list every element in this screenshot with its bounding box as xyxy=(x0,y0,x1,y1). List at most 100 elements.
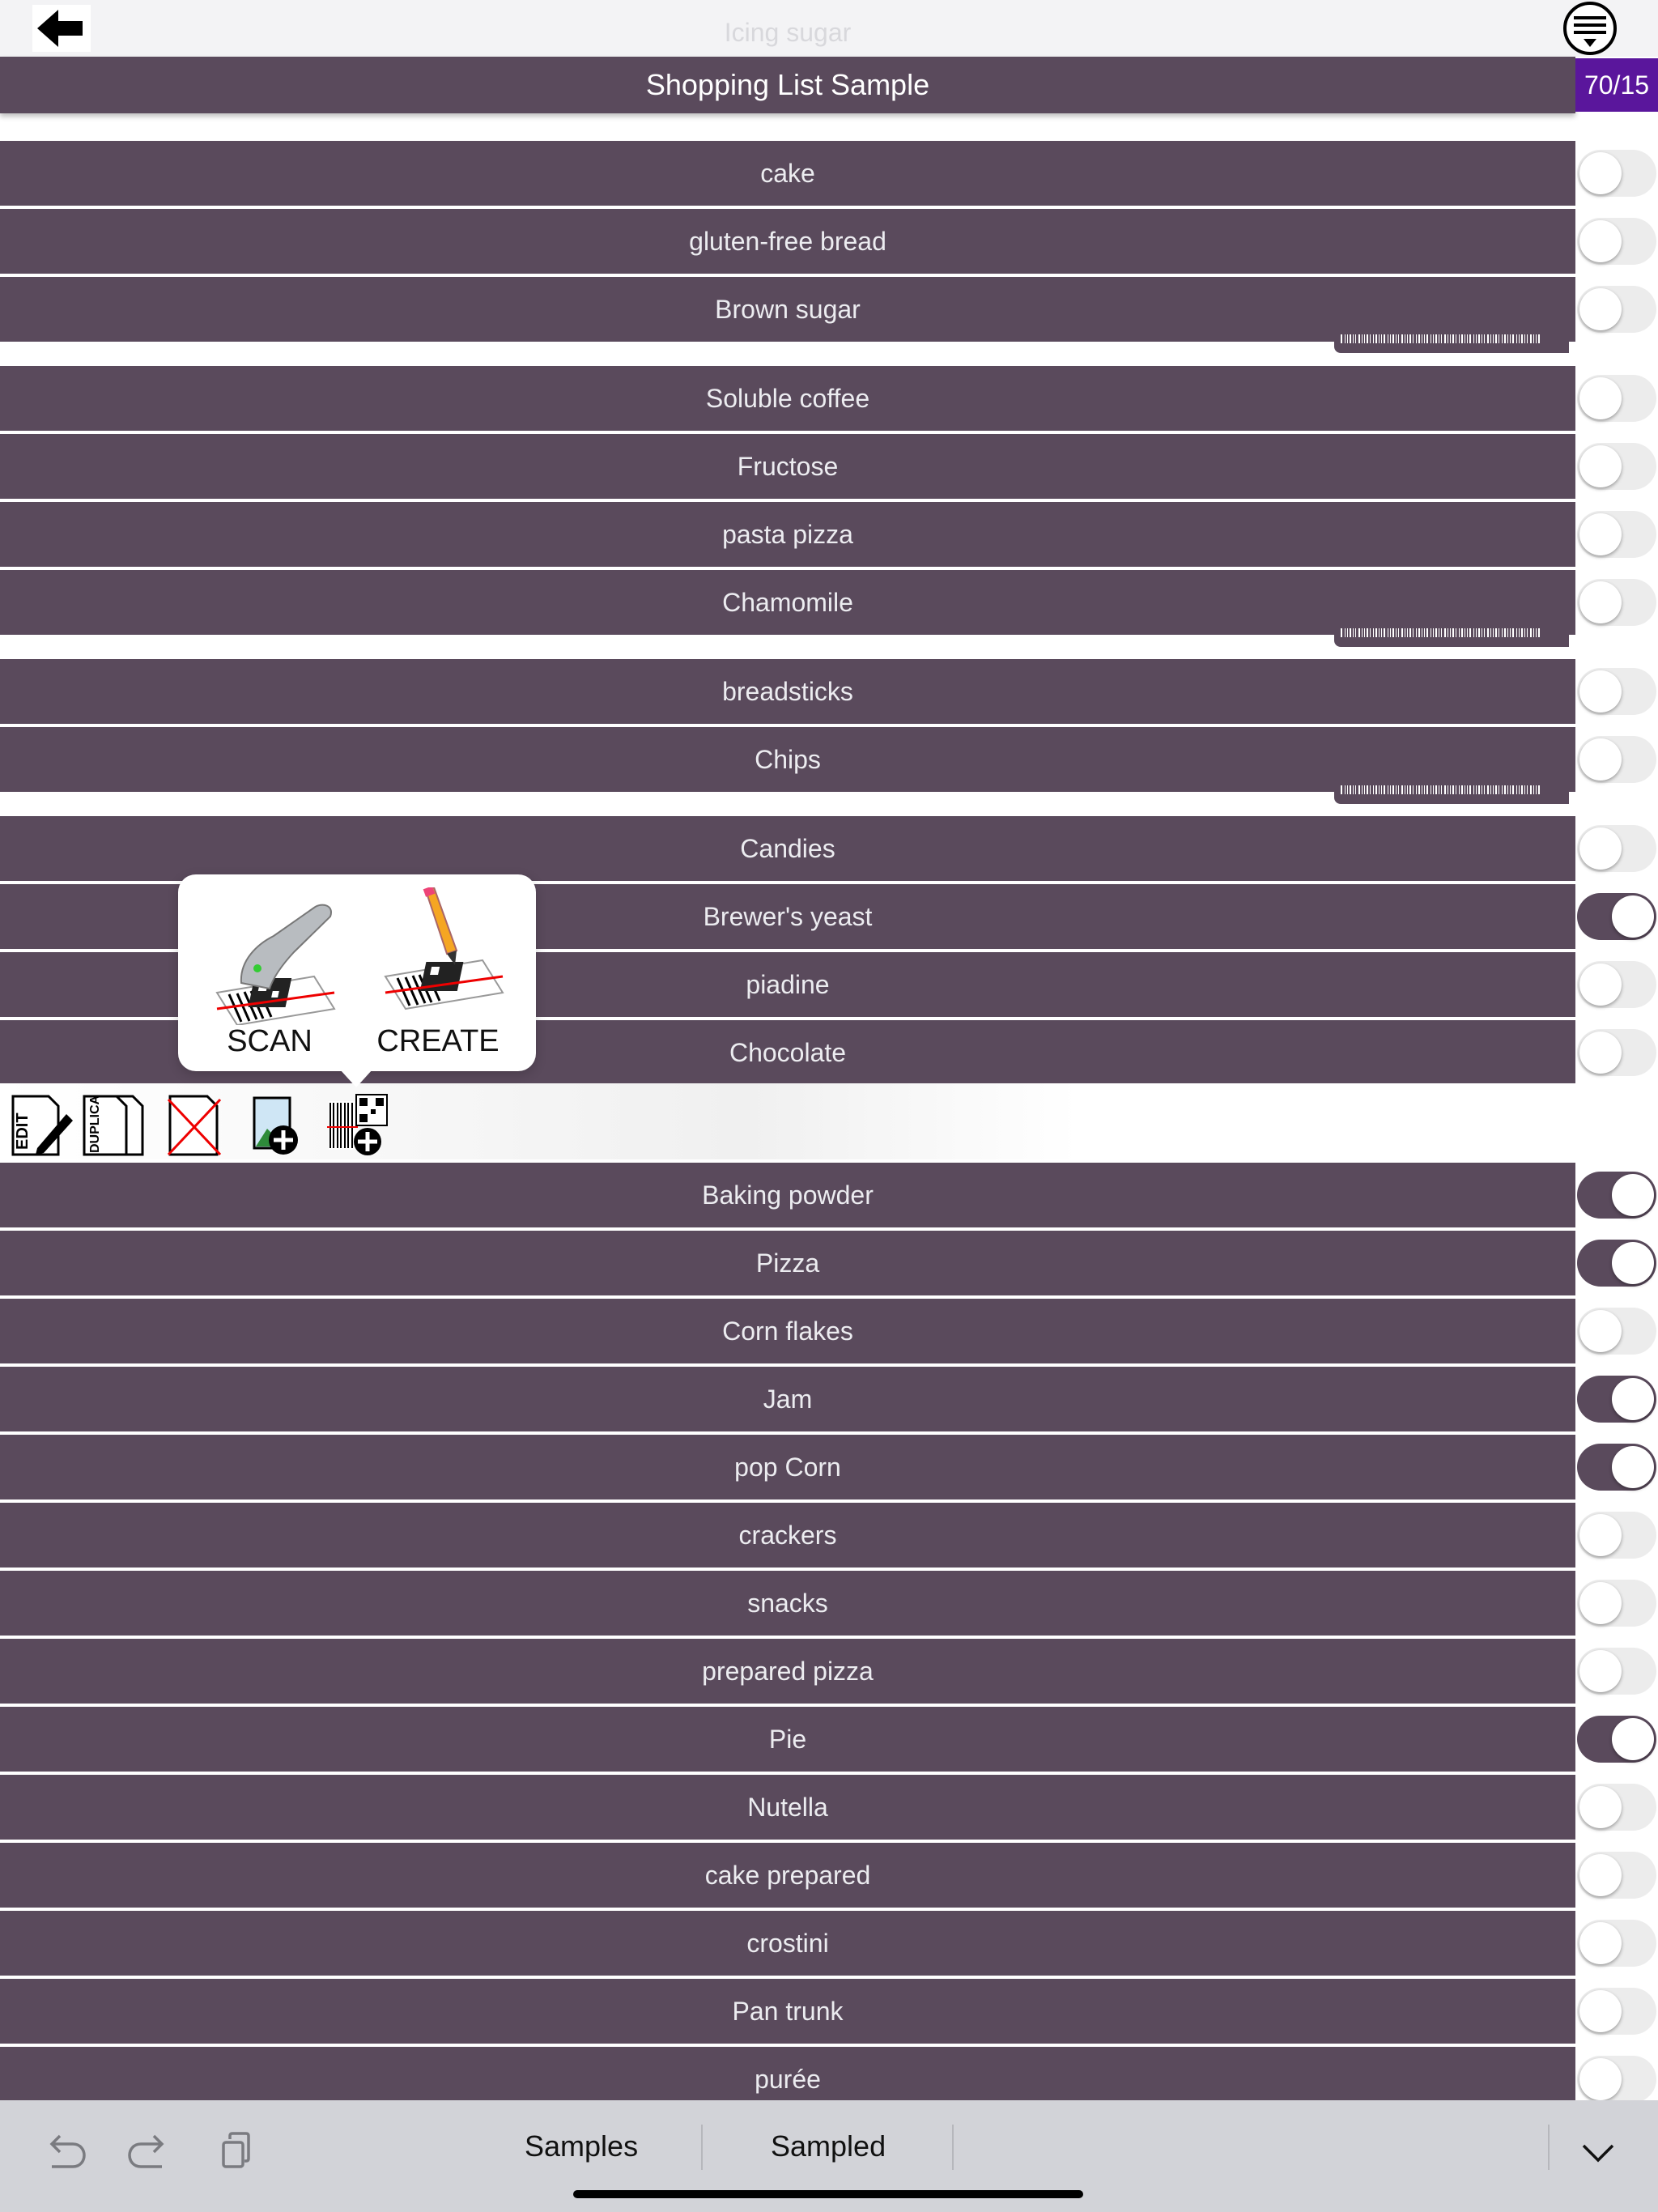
item-toggle[interactable] xyxy=(1575,1299,1658,1363)
tab-sampled[interactable]: Sampled xyxy=(771,2129,886,2163)
item-toggle[interactable] xyxy=(1575,502,1658,567)
item-toggle[interactable] xyxy=(1575,570,1658,635)
item-toggle[interactable] xyxy=(1575,884,1658,949)
toggle-switch-off xyxy=(1577,736,1656,783)
toggle-switch-off xyxy=(1577,961,1656,1008)
item-counter-badge[interactable]: 70/15 xyxy=(1575,58,1658,112)
toggle-knob xyxy=(1579,1310,1622,1352)
tab-samples[interactable]: Samples xyxy=(525,2129,638,2163)
toggle-switch-off xyxy=(1577,1920,1656,1967)
list-item[interactable]: Candies xyxy=(0,816,1575,881)
barcode-icon xyxy=(1339,785,1566,801)
toggle-switch-on xyxy=(1577,1444,1656,1491)
toggle-knob xyxy=(1612,1174,1654,1216)
menu-button[interactable] xyxy=(1561,2,1619,55)
item-toggle[interactable] xyxy=(1575,1707,1658,1772)
list-item[interactable]: Chamomile xyxy=(0,570,1575,635)
item-toggle[interactable] xyxy=(1575,1639,1658,1704)
list-item[interactable]: Pizza xyxy=(0,1231,1575,1295)
create-barcode-icon xyxy=(384,886,504,1010)
item-toggle[interactable] xyxy=(1575,1231,1658,1295)
toggle-knob xyxy=(1579,1514,1622,1556)
list-item[interactable]: Corn flakes xyxy=(0,1299,1575,1363)
list-item[interactable]: Fructose xyxy=(0,434,1575,499)
duplicate-button[interactable]: DUPLICA xyxy=(81,1093,146,1158)
toggle-switch-off xyxy=(1577,511,1656,558)
list-item[interactable]: Pan trunk xyxy=(0,1979,1575,2044)
popover-arrow xyxy=(340,1070,372,1087)
undo-button[interactable] xyxy=(40,2128,89,2176)
list-item[interactable]: crackers xyxy=(0,1503,1575,1568)
edit-icon: EDIT xyxy=(11,1095,73,1156)
item-toggle[interactable] xyxy=(1575,366,1658,431)
item-toggle[interactable] xyxy=(1575,727,1658,792)
toggle-knob xyxy=(1579,1854,1622,1896)
list-item[interactable]: cake xyxy=(0,141,1575,206)
item-toggle[interactable] xyxy=(1575,659,1658,724)
add-image-button[interactable] xyxy=(248,1093,312,1158)
toggle-knob xyxy=(1579,1990,1622,2032)
item-toggle[interactable] xyxy=(1575,1367,1658,1431)
list-item[interactable]: Pie xyxy=(0,1707,1575,1772)
list-item[interactable]: crostini xyxy=(0,1911,1575,1976)
item-toggle[interactable] xyxy=(1575,434,1658,499)
scan-barcode-option[interactable]: SCAN xyxy=(193,887,346,1066)
toggle-switch-off xyxy=(1577,1852,1656,1899)
delete-button[interactable] xyxy=(162,1093,227,1158)
add-image-icon xyxy=(253,1096,298,1155)
redo-button[interactable] xyxy=(125,2128,173,2176)
toggle-switch-off xyxy=(1577,1988,1656,2035)
collapse-button[interactable] xyxy=(1574,2128,1622,2176)
item-toggle[interactable] xyxy=(1575,1503,1658,1568)
item-toggle[interactable] xyxy=(1575,1979,1658,2044)
toggle-switch-off xyxy=(1577,2056,1656,2103)
undo-icon xyxy=(49,2134,86,2168)
item-toggle[interactable] xyxy=(1575,816,1658,881)
list-item[interactable]: cake prepared xyxy=(0,1843,1575,1908)
list-item[interactable]: prepared pizza xyxy=(0,1639,1575,1704)
edit-button[interactable]: EDIT xyxy=(10,1093,74,1158)
item-toggle[interactable] xyxy=(1575,1571,1658,1636)
add-barcode-button[interactable] xyxy=(325,1093,390,1158)
item-toggle[interactable] xyxy=(1575,277,1658,342)
item-toggle[interactable] xyxy=(1575,952,1658,1017)
list-item[interactable]: Nutella xyxy=(0,1775,1575,1840)
list-item[interactable]: gluten-free bread xyxy=(0,209,1575,274)
toggle-switch-off xyxy=(1577,1580,1656,1627)
list-item[interactable]: pop Corn xyxy=(0,1435,1575,1499)
tab-divider xyxy=(952,2125,954,2170)
item-action-bar: EDIT DUPLICA xyxy=(0,1083,1658,1159)
toggle-switch-off xyxy=(1577,443,1656,490)
toggle-switch-on xyxy=(1577,893,1656,940)
item-toggle[interactable] xyxy=(1575,1163,1658,1227)
list-item[interactable]: Baking powder xyxy=(0,1163,1575,1227)
duplicate-icon: DUPLICA xyxy=(83,1095,144,1156)
list-item[interactable]: snacks xyxy=(0,1571,1575,1636)
item-toggle[interactable] xyxy=(1575,1020,1658,1085)
toggle-knob xyxy=(1579,377,1622,419)
item-toggle[interactable] xyxy=(1575,209,1658,274)
item-toggle[interactable] xyxy=(1575,1775,1658,1840)
tab-divider xyxy=(701,2125,703,2170)
toggle-knob xyxy=(1579,1922,1622,1964)
list-item[interactable]: Soluble coffee xyxy=(0,366,1575,431)
toggle-knob xyxy=(1579,445,1622,487)
list-item[interactable]: pasta pizza xyxy=(0,502,1575,567)
create-barcode-option[interactable]: CREATE xyxy=(361,886,515,1066)
toggle-knob xyxy=(1579,152,1622,194)
list-item[interactable]: Jam xyxy=(0,1367,1575,1431)
toggle-switch-off xyxy=(1577,579,1656,626)
toggle-switch-on xyxy=(1577,1376,1656,1423)
clipboard-button[interactable] xyxy=(212,2128,261,2176)
toggle-switch-off xyxy=(1577,375,1656,422)
item-toggle[interactable] xyxy=(1575,1911,1658,1976)
back-button[interactable] xyxy=(32,5,91,52)
list-item[interactable]: breadsticks xyxy=(0,659,1575,724)
toggle-switch-off xyxy=(1577,1308,1656,1355)
item-toggle[interactable] xyxy=(1575,1435,1658,1499)
list-item[interactable]: Chips xyxy=(0,727,1575,792)
item-toggle[interactable] xyxy=(1575,141,1658,206)
barcode-popover: SCAN CREATE xyxy=(178,874,536,1087)
toggle-switch-off xyxy=(1577,218,1656,265)
item-toggle[interactable] xyxy=(1575,1843,1658,1908)
